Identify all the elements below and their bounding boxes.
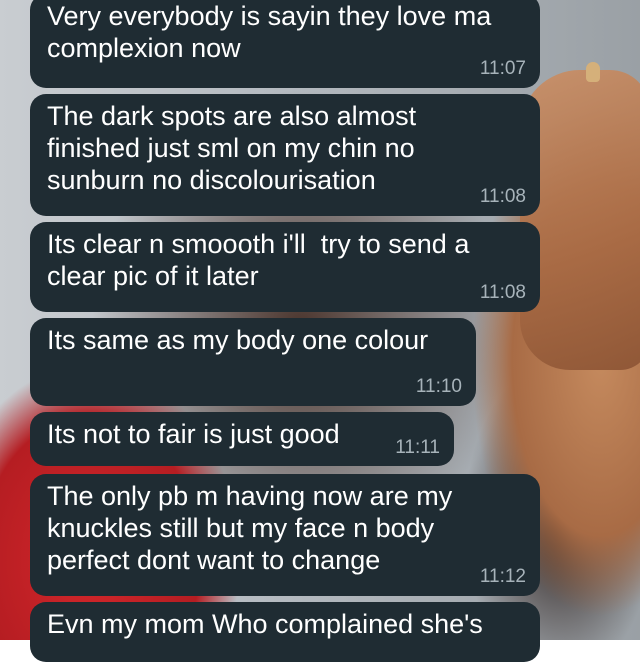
message-time: 11:08 bbox=[479, 186, 526, 207]
message-bubble[interactable]: Its same as my body one colour 11:10 bbox=[30, 318, 476, 406]
message-text: Very everybody is sayin they love ma com… bbox=[47, 1, 492, 63]
message-bubble[interactable]: Evn my mom Who complained she's bbox=[30, 602, 540, 662]
message-time: 11:12 bbox=[479, 566, 526, 587]
message-bubble[interactable]: Its clear n smoooth i'll try to send a c… bbox=[30, 222, 540, 312]
message-time: 11:10 bbox=[415, 376, 462, 397]
message-text: Its clear n smoooth i'll try to send a c… bbox=[47, 229, 470, 291]
message-text: Its same as my body one colour bbox=[47, 325, 429, 355]
message-bubble[interactable]: The only pb m having now are my knuckles… bbox=[30, 474, 540, 596]
message-text: The only pb m having now are my knuckles… bbox=[47, 481, 453, 575]
background-fingernail bbox=[586, 62, 600, 82]
message-bubble[interactable]: Very everybody is sayin they love ma com… bbox=[30, 0, 540, 88]
message-text: Evn my mom Who complained she's bbox=[47, 609, 483, 639]
message-bubble[interactable]: Its not to fair is just good 11:11 bbox=[30, 412, 454, 466]
message-bubble[interactable]: The dark spots are also almost finished … bbox=[30, 94, 540, 216]
message-text: Its not to fair is just good bbox=[47, 419, 340, 449]
message-time: 11:11 bbox=[395, 437, 440, 458]
message-text: The dark spots are also almost finished … bbox=[47, 101, 417, 195]
message-time: 11:08 bbox=[479, 282, 526, 303]
message-time: 11:07 bbox=[479, 58, 526, 79]
